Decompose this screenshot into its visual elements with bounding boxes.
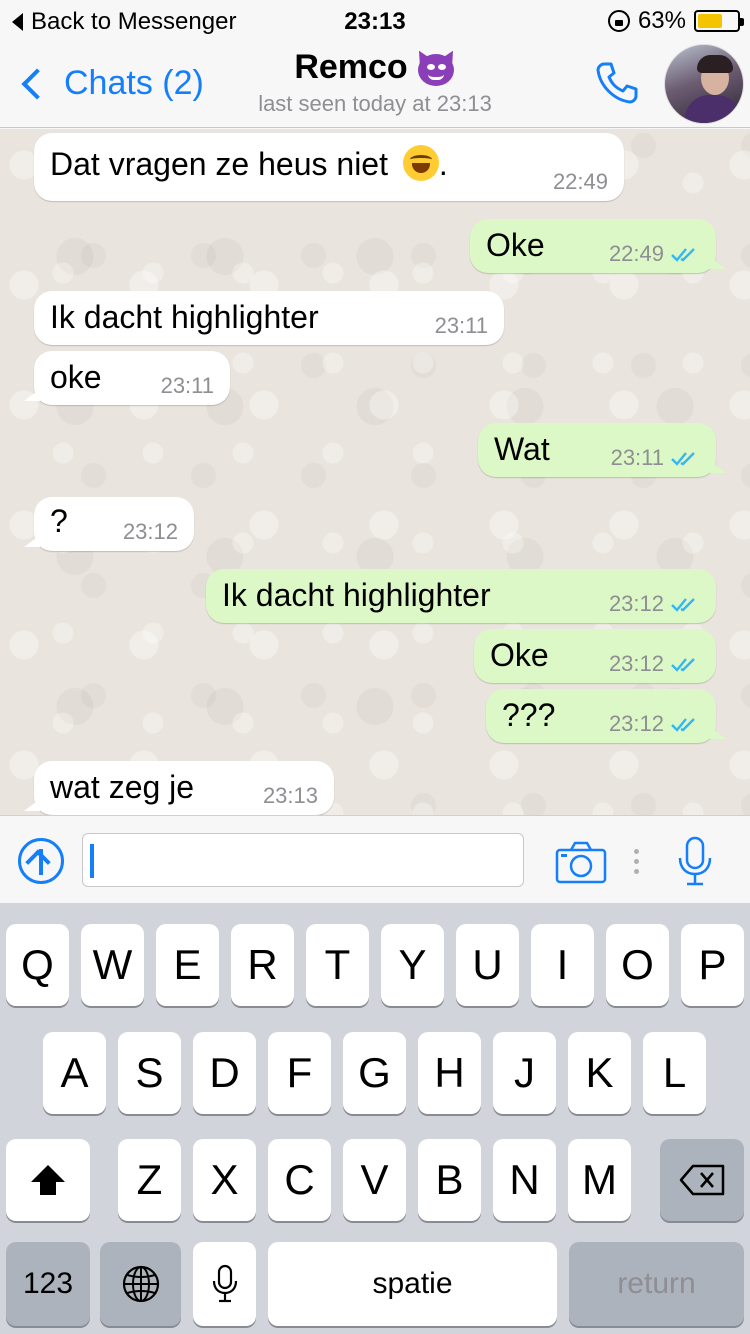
contact-name: Remco bbox=[294, 48, 408, 86]
battery-icon bbox=[694, 10, 744, 32]
message-input[interactable] bbox=[82, 833, 524, 887]
battery-percent: 63% bbox=[637, 7, 686, 34]
message-bubble-incoming[interactable]: Dat vragen ze heus niet . 22:49 bbox=[34, 133, 624, 201]
more-dots-icon bbox=[634, 849, 640, 874]
message-bubble-incoming[interactable]: oke 23:11 bbox=[24, 351, 230, 405]
key-h[interactable]: H bbox=[418, 1032, 481, 1114]
key-e[interactable]: E bbox=[156, 924, 219, 1006]
phone-icon bbox=[596, 62, 638, 104]
message-text: Wat bbox=[494, 431, 550, 467]
key-w[interactable]: W bbox=[81, 924, 144, 1006]
key-g[interactable]: G bbox=[343, 1032, 406, 1114]
message-time: 23:12 bbox=[122, 519, 178, 544]
double-check-read-icon bbox=[671, 452, 695, 466]
key-j[interactable]: J bbox=[493, 1032, 556, 1114]
double-check-read-icon bbox=[671, 658, 695, 672]
message-bubble-incoming[interactable]: ? 23:12 bbox=[24, 497, 194, 551]
message-bubble-outgoing[interactable]: Oke 23:12 bbox=[474, 629, 716, 683]
dictation-key[interactable] bbox=[193, 1242, 256, 1326]
backspace-icon bbox=[679, 1164, 725, 1196]
message-bubble-outgoing[interactable]: Wat 23:11 bbox=[478, 423, 726, 477]
key-l[interactable]: L bbox=[643, 1032, 706, 1114]
battery-level bbox=[698, 14, 722, 28]
message-text: Oke bbox=[490, 637, 549, 673]
key-z[interactable]: Z bbox=[118, 1139, 181, 1221]
message-bubble-outgoing[interactable]: ??? 23:12 bbox=[486, 689, 726, 743]
key-n[interactable]: N bbox=[493, 1139, 556, 1221]
contact-avatar[interactable] bbox=[664, 44, 744, 124]
globe-key[interactable] bbox=[100, 1242, 181, 1326]
message-bubble-incoming[interactable]: wat zeg je 23:13 bbox=[24, 761, 334, 815]
camera-icon bbox=[555, 841, 607, 884]
key-m[interactable]: M bbox=[568, 1139, 631, 1221]
call-button[interactable] bbox=[592, 58, 642, 108]
message-time: 23:12 bbox=[609, 711, 700, 737]
orientation-lock-icon bbox=[607, 10, 630, 32]
key-o[interactable]: O bbox=[606, 924, 669, 1006]
microphone-icon bbox=[212, 1264, 237, 1303]
camera-button[interactable] bbox=[555, 840, 607, 884]
key-x[interactable]: X bbox=[193, 1139, 256, 1221]
message-list[interactable]: Dat vragen ze heus niet . 22:49 Oke 22:4… bbox=[0, 129, 750, 815]
message-bubble-outgoing[interactable]: Oke 22:49 bbox=[470, 219, 726, 273]
space-key[interactable]: spatie bbox=[268, 1242, 557, 1326]
key-y[interactable]: Y bbox=[381, 924, 444, 1006]
message-time: 23:12 bbox=[609, 591, 700, 617]
key-t[interactable]: T bbox=[306, 924, 369, 1006]
message-text: Ik dacht highlighter bbox=[222, 577, 491, 613]
status-bar: Back to Messenger 23:13 63% bbox=[0, 0, 750, 40]
return-key[interactable]: return bbox=[569, 1242, 744, 1326]
key-f[interactable]: F bbox=[268, 1032, 331, 1114]
message-time: 23:11 bbox=[611, 445, 700, 471]
tears-of-joy-emoji-icon bbox=[402, 145, 439, 181]
double-check-read-icon bbox=[671, 598, 695, 612]
key-c[interactable]: C bbox=[268, 1139, 331, 1221]
globe-icon bbox=[122, 1265, 159, 1303]
keyboard: Q W E R T Y U I O P A S D F G H J K L Z … bbox=[0, 903, 750, 1334]
message-bubble-outgoing[interactable]: Ik dacht highlighter 23:12 bbox=[206, 569, 716, 623]
key-k[interactable]: K bbox=[568, 1032, 631, 1114]
key-u[interactable]: U bbox=[456, 924, 519, 1006]
key-p[interactable]: P bbox=[681, 924, 744, 1006]
message-time: 23:12 bbox=[609, 651, 700, 677]
message-text: Dat vragen ze heus niet . bbox=[50, 145, 448, 182]
smiling-imp-emoji-icon bbox=[413, 47, 458, 86]
attach-button[interactable] bbox=[18, 838, 64, 884]
backspace-key[interactable] bbox=[660, 1139, 744, 1221]
text-cursor bbox=[90, 844, 94, 878]
key-i[interactable]: I bbox=[531, 924, 594, 1006]
key-v[interactable]: V bbox=[343, 1139, 406, 1221]
message-text: wat zeg je bbox=[50, 769, 195, 805]
message-time: 23:13 bbox=[262, 783, 318, 808]
message-text: Oke bbox=[486, 227, 545, 263]
key-q[interactable]: Q bbox=[6, 924, 69, 1006]
shift-arrow-icon bbox=[31, 1165, 65, 1195]
message-time: 23:11 bbox=[160, 373, 214, 398]
voice-message-button[interactable] bbox=[676, 836, 714, 888]
key-d[interactable]: D bbox=[193, 1032, 256, 1114]
message-text: ??? bbox=[502, 697, 556, 733]
upload-arrow-icon bbox=[39, 849, 43, 875]
double-check-read-icon bbox=[671, 248, 695, 262]
message-bubble-incoming[interactable]: Ik dacht highlighter 23:11 bbox=[34, 291, 504, 345]
message-text: ? bbox=[50, 503, 68, 539]
shift-key[interactable] bbox=[6, 1139, 90, 1221]
key-b[interactable]: B bbox=[418, 1139, 481, 1221]
status-indicators: 63% bbox=[607, 7, 744, 35]
key-r[interactable]: R bbox=[231, 924, 294, 1006]
message-text: Ik dacht highlighter bbox=[50, 299, 319, 335]
message-time: 23:11 bbox=[434, 313, 488, 338]
message-time: 22:49 bbox=[609, 241, 700, 267]
message-time: 22:49 bbox=[552, 169, 608, 194]
key-a[interactable]: A bbox=[43, 1032, 106, 1114]
numbers-key[interactable]: 123 bbox=[6, 1242, 90, 1326]
message-text: oke bbox=[50, 359, 102, 395]
double-check-read-icon bbox=[671, 718, 695, 732]
key-s[interactable]: S bbox=[118, 1032, 181, 1114]
chat-header: Chats (2) Remco last seen today at 23:13 bbox=[0, 40, 750, 128]
composer-bar bbox=[0, 815, 750, 903]
microphone-icon bbox=[678, 836, 712, 886]
